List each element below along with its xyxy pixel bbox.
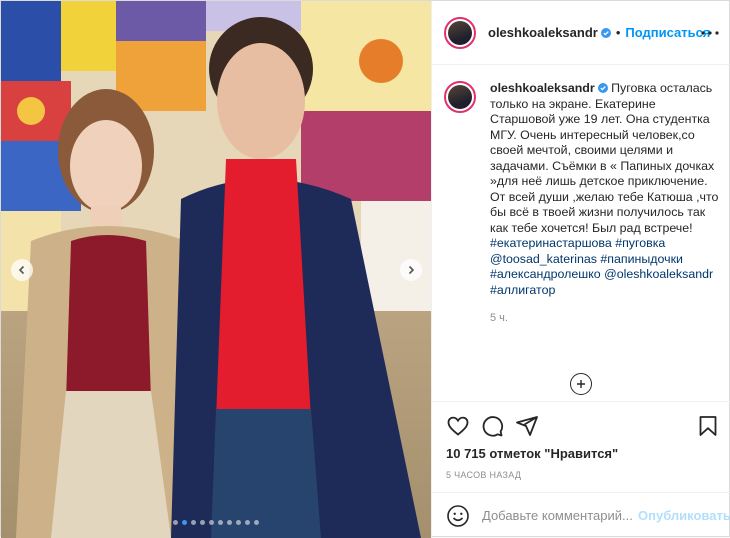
likes-count-link[interactable]: 10 715 отметок "Нравится": [446, 446, 618, 461]
post-side-panel: oleshkoaleksandr • Подписаться oleshkoal…: [431, 1, 730, 538]
header-username-link[interactable]: oleshkoaleksandr: [488, 25, 611, 40]
bookmark-icon: [699, 416, 717, 436]
mention-link[interactable]: @toosad_katerinas: [490, 252, 597, 266]
carousel-dot: [209, 520, 214, 525]
instagram-post: oleshkoaleksandr • Подписаться oleshkoal…: [0, 0, 730, 538]
carousel-dot: [191, 520, 196, 525]
caption-avatar[interactable]: [444, 81, 476, 113]
avatar[interactable]: [444, 16, 476, 49]
publish-button[interactable]: Опубликовать: [638, 508, 730, 523]
caption-username-link[interactable]: oleshkoaleksandr: [490, 81, 595, 95]
post-caption: oleshkoaleksandr Пуговка осталась только…: [444, 81, 726, 324]
more-horizontal-icon: [701, 31, 719, 35]
load-more-comments-button[interactable]: [570, 373, 592, 395]
paper-plane-icon: [516, 416, 538, 436]
heart-icon: [447, 416, 469, 436]
follow-button[interactable]: Подписаться: [625, 25, 710, 40]
post-header: oleshkoaleksandr • Подписаться: [432, 1, 730, 65]
hashtag-link[interactable]: #пуговка: [615, 236, 665, 250]
caption-timestamp[interactable]: 5 ч.: [490, 312, 720, 324]
previous-photo-button[interactable]: [11, 259, 33, 281]
plus-icon: [577, 380, 585, 388]
chevron-left-icon: [18, 265, 25, 275]
comment-input[interactable]: [482, 508, 632, 523]
share-button[interactable]: [515, 414, 539, 438]
like-button[interactable]: [446, 414, 470, 438]
hashtag-link[interactable]: #екатеринастаршова: [490, 236, 612, 250]
carousel-dot: [254, 520, 259, 525]
carousel-dot: [227, 520, 232, 525]
caption-text: oleshkoaleksandr Пуговка осталась только…: [490, 81, 720, 298]
hashtag-link[interactable]: #аллигатор: [490, 283, 555, 297]
action-bar: [444, 414, 720, 440]
carousel-dot: [218, 520, 223, 525]
carousel-dot: [236, 520, 241, 525]
verified-badge-icon: [597, 83, 608, 93]
verified-badge-icon: [600, 28, 611, 38]
emoji-button[interactable]: [446, 504, 470, 528]
save-button[interactable]: [696, 414, 720, 438]
carousel-dot-active: [182, 520, 187, 525]
emoji-smile-icon: [447, 504, 469, 527]
more-options-button[interactable]: [700, 23, 720, 43]
mention-link[interactable]: @oleshkoaleksandr: [604, 267, 713, 281]
man-figure: [171, 17, 421, 538]
carousel-dot: [173, 520, 178, 525]
hashtag-link[interactable]: #папиныдочки: [600, 252, 683, 266]
carousel-dot: [200, 520, 205, 525]
comment-bubble-icon: [482, 416, 504, 437]
carousel-dot: [245, 520, 250, 525]
hashtag-link[interactable]: #александролешко: [490, 267, 601, 281]
chevron-right-icon: [408, 265, 415, 275]
next-photo-button[interactable]: [400, 259, 422, 281]
header-separator: •: [615, 25, 621, 40]
post-actions-section: 10 715 отметок "Нравится" 5 ЧАСОВ НАЗАД: [432, 401, 730, 480]
post-date[interactable]: 5 ЧАСОВ НАЗАД: [446, 470, 521, 480]
carousel-indicator: [1, 520, 431, 525]
comment-button[interactable]: [480, 414, 504, 438]
post-photo[interactable]: [1, 1, 431, 538]
comment-form: Опубликовать: [432, 492, 730, 538]
caption-body: Пуговка осталась только на экране. Екате…: [490, 81, 719, 235]
